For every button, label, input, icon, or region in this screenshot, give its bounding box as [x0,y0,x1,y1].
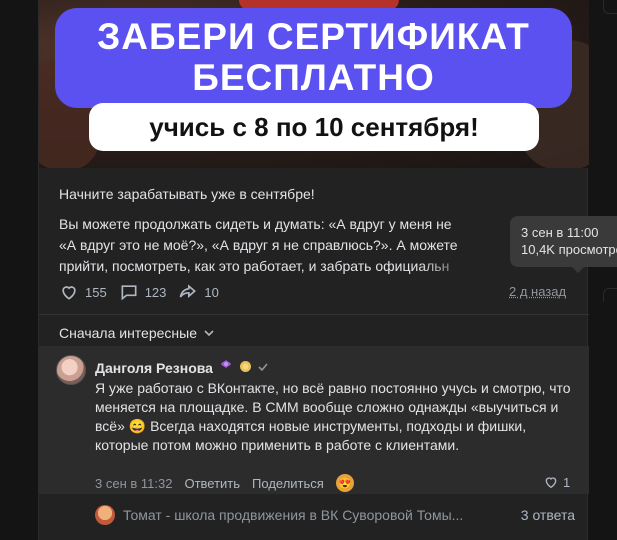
comment-author[interactable]: Данголя Резнова [95,360,213,376]
banner-headline-line1: ЗАБЕРИ СЕРТИФИКАТ [97,16,530,57]
share-comment-button[interactable]: Поделиться [252,476,324,491]
tooltip-date: 3 сен в 11:00 [521,225,599,240]
comment-author-row: Данголя Резнова [95,358,269,377]
banner-headline-line2: БЕСПЛАТНО [192,57,435,98]
share-icon [180,284,197,298]
replies-count-link[interactable]: 3 ответа [521,507,575,523]
left-rail [0,0,38,540]
comments-sort-dropdown[interactable]: Сначала интересные [59,325,215,341]
comment-meta: 3 сен в 11:32 Ответить Поделиться 😍 [95,474,366,492]
comment-button[interactable]: 123 [119,282,167,302]
post-banner-image[interactable]: ЗАБЕРИ СЕРТИФИКАТ БЕСПЛАТНО учись с 8 по… [39,0,589,168]
reply-button[interactable]: Ответить [184,476,240,491]
post-actions: 155 123 10 [59,282,231,302]
coin-badge-icon [239,360,252,376]
ribbon-badge-icon [218,358,234,377]
text-fade [419,252,509,274]
like-count: 155 [85,284,107,300]
comment-icon [121,285,137,301]
rail-notch [603,0,617,14]
post-paragraph-line: Вы можете продолжать сидеть и думать: «А… [59,216,452,232]
comment-like-button[interactable]: 1 [543,474,570,490]
verified-check-icon [257,360,269,376]
avatar[interactable] [56,355,86,385]
comment-count: 123 [144,284,167,300]
right-rail [588,0,617,540]
views-tooltip: 3 сен в 11:00 10,4K просмотров [510,216,617,273]
like-button[interactable]: 155 [59,282,107,302]
share-button[interactable]: 10 [178,282,219,302]
comment-text: Я уже работаю с ВКонтакте, но всё равно … [95,380,571,453]
post-paragraph: Начните зарабатывать уже в сентябре! [59,186,315,202]
sort-label: Сначала интересные [59,325,197,341]
comment-item: Данголя Резнова Я уже работаю с ВКонтакт… [39,346,589,494]
avatar [95,505,115,525]
divider [39,314,589,315]
comment-time[interactable]: 3 сен в 11:32 [95,476,172,491]
heart-icon [545,477,557,489]
rail-notch [603,288,617,302]
comment-like-count: 1 [563,474,571,490]
heart-icon [62,286,76,300]
reply-author: Томат - школа продвижения в ВК Суворовой… [123,507,464,523]
reaction-icon[interactable]: 😍 [335,474,354,492]
chevron-down-icon [204,330,214,337]
share-count: 10 [204,284,219,300]
post-time-link[interactable]: 2 д назад [509,284,566,299]
tooltip-views: 10,4K просмотров [521,242,617,257]
banner-subheadline: учись с 8 по 10 сентября! [89,103,539,151]
replies-preview[interactable]: Томат - школа продвижения в ВК Суворовой… [95,505,575,525]
post-card: ЗАБЕРИ СЕРТИФИКАТ БЕСПЛАТНО учись с 8 по… [38,0,617,540]
